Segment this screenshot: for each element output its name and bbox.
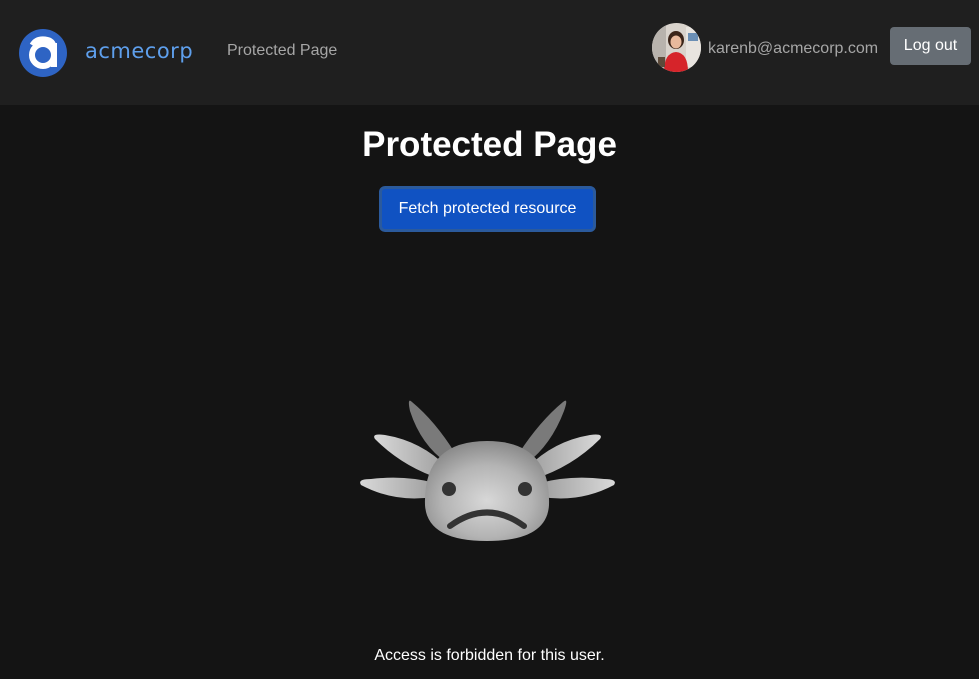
access-forbidden-message: Access is forbidden for this user. xyxy=(374,647,605,664)
brand-name[interactable]: acmecorp xyxy=(85,37,193,65)
nav-link-protected-page[interactable]: Protected Page xyxy=(227,41,337,61)
user-email: karenb@acmecorp.com xyxy=(708,40,879,57)
sad-axolotl-icon xyxy=(355,395,620,550)
user-avatar[interactable] xyxy=(652,23,701,72)
logout-button[interactable]: Log out xyxy=(890,27,971,65)
acmecorp-logo-icon[interactable] xyxy=(18,28,68,78)
fetch-protected-resource-button[interactable]: Fetch protected resource xyxy=(379,186,596,232)
navbar: acmecorp Protected Page karenb@acmecorp.… xyxy=(0,0,979,105)
page-title: Protected Page xyxy=(362,125,617,164)
